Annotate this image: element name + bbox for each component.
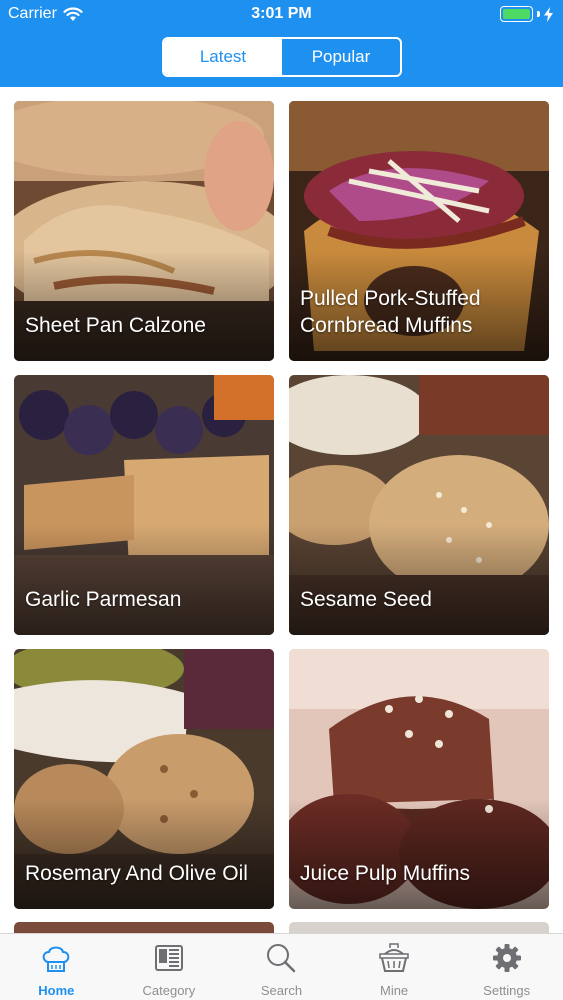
recipe-title: Rosemary And Olive Oil (25, 862, 248, 885)
recipe-card[interactable]: Sesame Seed (289, 375, 549, 635)
recipe-card[interactable]: Garlic Parmesan (14, 375, 274, 635)
tab-category[interactable]: Category (113, 934, 226, 1000)
status-bar: Carrier 3:01 PM (0, 0, 563, 30)
bottom-tab-bar: Home Category Search Mine Settings (0, 933, 563, 1000)
tab-label: Settings (483, 983, 531, 998)
search-icon (267, 944, 296, 973)
tab-home[interactable]: Home (0, 934, 113, 1000)
recipe-title: Sheet Pan Calzone (25, 314, 206, 337)
navigation-header: Carrier 3:01 PM Latest Popular (0, 0, 563, 87)
chef-hat-icon (42, 946, 70, 972)
recipe-grid: Sheet Pan Calzone Pulled Pork-Stuffed Co… (0, 87, 563, 933)
tab-label: Mine (379, 983, 409, 998)
recipe-title: Pulled Pork-Stuffed Cornbread Muffins (300, 287, 481, 337)
recipe-card[interactable]: Rosemary And Olive Oil (14, 649, 274, 909)
recipe-card[interactable]: Juice Pulp Muffins (289, 649, 549, 909)
segment-latest[interactable]: Latest (164, 39, 282, 75)
tab-mine[interactable]: Mine (338, 934, 451, 1000)
battery-icon (500, 6, 553, 22)
tab-label: Home (38, 983, 75, 998)
book-icon (154, 945, 183, 971)
recipe-card[interactable]: Pulled Pork-Stuffed Cornbread Muffins (289, 101, 549, 361)
tab-label: Search (260, 983, 303, 998)
segment-popular[interactable]: Popular (282, 39, 400, 75)
feed-segmented-control: Latest Popular (162, 37, 402, 77)
recipe-title: Sesame Seed (300, 588, 432, 611)
recipe-card-partial[interactable] (289, 922, 549, 933)
tab-search[interactable]: Search (225, 934, 338, 1000)
charging-bolt-icon (544, 6, 553, 22)
status-time: 3:01 PM (251, 5, 312, 22)
gear-icon (492, 944, 521, 972)
tab-label: Category (142, 983, 196, 998)
tab-settings[interactable]: Settings (450, 934, 563, 1000)
recipe-card-partial[interactable] (14, 922, 274, 933)
recipe-card[interactable]: Sheet Pan Calzone (14, 101, 274, 361)
recipe-title: Garlic Parmesan (25, 588, 182, 611)
basket-icon (379, 943, 409, 972)
recipe-title: Juice Pulp Muffins (300, 862, 471, 885)
